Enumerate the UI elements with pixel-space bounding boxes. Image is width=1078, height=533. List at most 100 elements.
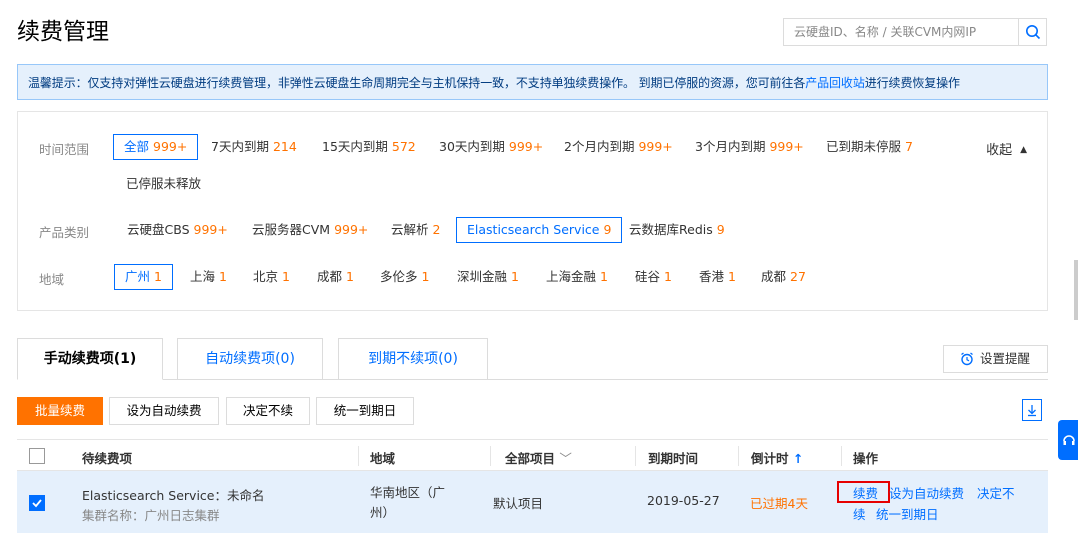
product-filter-dns[interactable]: 云解析 2: [380, 217, 451, 243]
region-filter-chengdu-2[interactable]: 成都 27: [750, 264, 817, 290]
tab-auto-renew[interactable]: 自动续费项(0): [177, 338, 323, 380]
region-filter-shanghai[interactable]: 上海 1: [179, 264, 238, 290]
chip-label: 香港: [699, 269, 725, 284]
product-filter-elasticsearch[interactable]: Elasticsearch Service 9: [456, 217, 623, 243]
chip-label: 硅谷: [635, 269, 661, 284]
time-filter-3m[interactable]: 3个月内到期 999+: [684, 134, 815, 160]
tab-manual-renew[interactable]: 手动续费项(1): [17, 338, 163, 380]
set-auto-renew-button[interactable]: 设为自动续费: [109, 397, 219, 425]
chip-label: 云硬盘CBS: [127, 222, 190, 237]
chip-count: 999+: [638, 139, 673, 154]
tip-text-after: 进行续费恢复操作: [864, 76, 960, 90]
sort-up-icon: ↑: [792, 451, 804, 466]
col-header-project[interactable]: 全部项目 ﹀: [505, 448, 572, 467]
unify-expiry-link[interactable]: 统一到期日: [876, 504, 939, 523]
time-filter-7d[interactable]: 7天内到期 214: [200, 134, 308, 160]
chip-label: 云数据库Redis: [629, 222, 713, 237]
chip-label: 3个月内到期: [695, 139, 766, 154]
batch-renew-button[interactable]: 批量续费: [17, 397, 103, 425]
chip-count: 1: [664, 269, 672, 284]
col-header-countdown[interactable]: 倒计时 ↑: [751, 448, 803, 467]
tip-banner: 温馨提示：仅支持对弹性云硬盘进行续费管理，非弹性云硬盘生命周期完全与主机保持一致…: [17, 64, 1048, 100]
chip-label: 2个月内到期: [564, 139, 635, 154]
collapse-toggle[interactable]: 收起 ▲: [986, 139, 1027, 158]
unify-expiry-button[interactable]: 统一到期日: [316, 397, 414, 425]
select-all-checkbox[interactable]: [29, 448, 45, 464]
chip-count: 1: [219, 269, 227, 284]
chip-count: 2: [432, 222, 441, 237]
recycle-bin-link[interactable]: 产品回收站: [805, 76, 865, 90]
headset-icon: [1063, 435, 1075, 445]
chip-label: 上海: [190, 269, 216, 284]
region-filter-shenzhen-finance[interactable]: 深圳金融 1: [446, 264, 530, 290]
product-filter-cbs[interactable]: 云硬盘CBS 999+: [116, 217, 239, 243]
time-filter-stopped-unreleased[interactable]: 已停服未释放: [115, 171, 212, 197]
region-filter-beijing[interactable]: 北京 1: [242, 264, 301, 290]
chip-label: 7天内到期: [211, 139, 269, 154]
tab-divider-gap1: [163, 379, 177, 380]
col-header-region: 地域: [370, 451, 396, 466]
region-line-1: 华南地区（广: [370, 485, 446, 500]
table-header: 待续费项 地域 全部项目 ﹀ 到期时间 倒计时 ↑ 操作: [17, 439, 1048, 471]
chip-count: 999+: [334, 222, 369, 237]
help-float-button[interactable]: [1058, 420, 1078, 460]
chip-count: 214: [272, 139, 297, 154]
chip-label: 成都: [317, 269, 343, 284]
no-renew-link-line2[interactable]: 续: [853, 504, 866, 523]
alarm-clock-icon: [961, 352, 973, 366]
chevron-down-icon: ﹀: [559, 451, 572, 466]
chip-count: 1: [282, 269, 290, 284]
set-auto-renew-link[interactable]: 设为自动续费: [889, 483, 964, 502]
row-checkbox[interactable]: [29, 495, 45, 511]
cluster-name: 集群名称：广州日志集群: [82, 508, 220, 523]
project-filter-label: 全部项目: [505, 451, 556, 466]
table-row: Elasticsearch Service：未命名 集群名称：广州日志集群 华南…: [17, 471, 1048, 533]
time-filter-all[interactable]: 全部 999+: [113, 134, 199, 160]
search-box[interactable]: [783, 18, 1047, 46]
time-filter-15d[interactable]: 15天内到期 572: [311, 134, 427, 160]
renew-link[interactable]: 续费: [853, 483, 878, 502]
chip-count: 1: [600, 269, 608, 284]
chip-count: 1: [154, 269, 162, 284]
region-filter-chengdu[interactable]: 成都 1: [306, 264, 365, 290]
chip-label: 广州: [125, 269, 151, 284]
chip-label: 成都: [761, 269, 787, 284]
chip-count: 999+: [769, 139, 804, 154]
region-filter-toronto[interactable]: 多伦多 1: [369, 264, 440, 290]
tab-divider-right: [488, 379, 1048, 380]
region-filter-shanghai-finance[interactable]: 上海金融 1: [535, 264, 619, 290]
no-renew-button[interactable]: 决定不续: [226, 397, 310, 425]
chip-label: 15天内到期: [322, 139, 388, 154]
chip-label: 北京: [253, 269, 279, 284]
chip-label: 30天内到期: [439, 139, 505, 154]
search-button[interactable]: [1018, 19, 1046, 45]
set-reminder-button[interactable]: 设置提醒: [943, 345, 1048, 373]
chip-count: 1: [511, 269, 519, 284]
time-filter-expired-running[interactable]: 已到期未停服 7: [815, 134, 924, 160]
region-filter-silicon-valley[interactable]: 硅谷 1: [624, 264, 683, 290]
chip-label: 深圳金融: [457, 269, 508, 284]
download-button[interactable]: [1022, 399, 1042, 421]
chip-count: 7: [905, 139, 913, 154]
download-icon: [1028, 405, 1036, 417]
region-filter-hongkong[interactable]: 香港 1: [688, 264, 747, 290]
time-filter-2m[interactable]: 2个月内到期 999+: [553, 134, 684, 160]
product-filter-cvm[interactable]: 云服务器CVM 999+: [241, 217, 379, 243]
filter-panel: 时间范围 全部 999+ 7天内到期 214 15天内到期 572 30天内到期…: [17, 111, 1048, 311]
col-header-expire: 到期时间: [648, 451, 699, 466]
page-title: 续费管理: [17, 19, 109, 45]
region-filter-guangzhou[interactable]: 广州 1: [114, 264, 173, 290]
column-divider: [738, 446, 739, 466]
search-input[interactable]: [784, 19, 1020, 45]
countdown-label: 倒计时: [751, 451, 789, 466]
column-divider: [490, 446, 491, 466]
caret-up-icon: ▲: [1020, 145, 1027, 155]
tab-no-renew[interactable]: 到期不续项(0): [338, 338, 488, 380]
region-line-2: 州）: [370, 505, 396, 520]
chip-count: 1: [728, 269, 736, 284]
chip-count: 999+: [193, 222, 228, 237]
scrollbar[interactable]: [1074, 260, 1078, 320]
product-filter-redis[interactable]: 云数据库Redis 9: [618, 217, 736, 243]
no-renew-link-line1[interactable]: 决定不: [977, 483, 1015, 502]
time-filter-30d[interactable]: 30天内到期 999+: [428, 134, 554, 160]
